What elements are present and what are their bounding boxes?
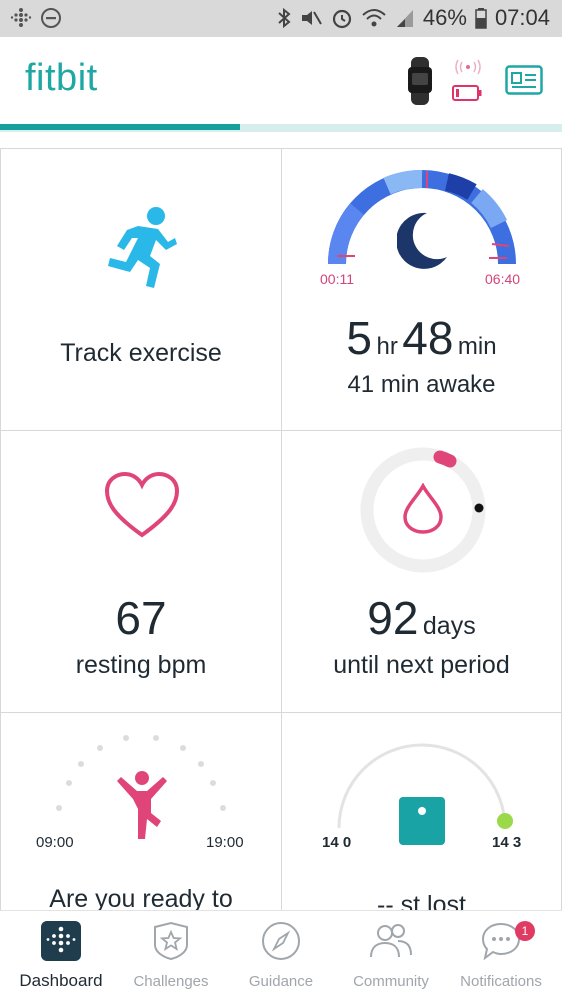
- sleep-hours-unit: hr: [376, 333, 398, 360]
- compass-icon: [262, 922, 300, 960]
- do-not-disturb-icon: [41, 8, 61, 28]
- nav-notifications[interactable]: 1 Notifications: [445, 921, 557, 990]
- moon-icon: [397, 212, 447, 269]
- nav-challenges[interactable]: Challenges: [115, 921, 227, 990]
- hourly-end-time: 19:00: [206, 834, 244, 851]
- heart-rate-tile[interactable]: 67 resting bpm: [0, 430, 282, 713]
- nav-dashboard-label: Dashboard: [19, 971, 103, 990]
- nav-notifications-label: Notifications: [460, 973, 542, 990]
- sleep-hours: 5: [346, 312, 373, 364]
- signal-icon: [396, 10, 413, 27]
- nav-community-label: Community: [353, 973, 429, 990]
- status-time: 07:04: [494, 5, 550, 30]
- nav-community[interactable]: Community: [335, 921, 447, 990]
- status-bar: 46% 07:04: [0, 0, 562, 37]
- battery-icon: [475, 8, 487, 29]
- app-bar: fitbit: [0, 37, 562, 125]
- nav-guidance-label: Guidance: [248, 973, 314, 990]
- scale-icon: [399, 797, 445, 845]
- weight-goal-value: 14 3: [492, 834, 522, 851]
- sync-icon[interactable]: [455, 59, 481, 75]
- stretching-person-icon: [117, 771, 167, 839]
- weight-tile[interactable]: 14 0 14 3 -- st lost: [281, 712, 562, 922]
- period-days-value: 92: [367, 592, 419, 644]
- heart-icon: [104, 471, 180, 538]
- sleep-minutes-unit: min: [457, 333, 497, 360]
- sleep-tile[interactable]: 00:11 06:40 5 hr 48 min 41 min awake: [281, 148, 562, 431]
- period-days-unit: days: [422, 612, 476, 640]
- resting-heart-rate-value: 67: [115, 592, 167, 644]
- fitbit-dots-icon: [10, 8, 32, 27]
- mute-icon: [301, 11, 322, 25]
- bluetooth-icon: [278, 7, 291, 29]
- drop-icon: [403, 483, 443, 534]
- low-battery-icon: [452, 85, 482, 101]
- notification-badge: 1: [515, 921, 535, 941]
- dashboard-icon: [41, 921, 81, 961]
- next-period-label: until next period: [333, 651, 510, 679]
- nav-challenges-label: Challenges: [133, 973, 209, 990]
- weight-start-value: 14 0: [322, 834, 352, 851]
- nav-guidance[interactable]: Guidance: [225, 921, 337, 990]
- resting-bpm-label: resting bpm: [75, 651, 207, 679]
- profile-card-icon[interactable]: [505, 65, 543, 95]
- sleep-start-time: 00:11: [320, 271, 354, 287]
- battery-percent: 46%: [422, 5, 467, 30]
- hourly-start-time: 09:00: [36, 834, 74, 851]
- exercise-tile[interactable]: Track exercise: [0, 148, 282, 431]
- challenges-star-icon: [154, 921, 188, 961]
- wifi-icon: [362, 9, 386, 27]
- bottom-nav: Dashboard Challenges Guidance Community …: [0, 910, 562, 999]
- period-countdown: 92 days: [282, 591, 561, 645]
- alarm-icon: [332, 9, 351, 29]
- hourly-activity-tile[interactable]: 09:00 19:00 Are you ready to: [0, 712, 282, 922]
- sleep-awake-label: 41 min awake: [347, 371, 496, 398]
- fitbit-logo: fitbit: [25, 57, 98, 99]
- sleep-duration: 5 hr 48 min: [282, 311, 561, 365]
- period-tile[interactable]: 92 days until next period: [281, 430, 562, 713]
- sync-progress-bar: [0, 124, 562, 132]
- tracker-device-icon[interactable]: [403, 57, 437, 105]
- community-people-icon: [370, 924, 412, 958]
- sleep-end-time: 06:40: [485, 271, 521, 287]
- track-exercise-label: Track exercise: [60, 339, 222, 367]
- nav-dashboard[interactable]: Dashboard: [5, 921, 117, 990]
- sleep-minutes: 48: [402, 312, 454, 364]
- running-person-icon: [108, 207, 177, 288]
